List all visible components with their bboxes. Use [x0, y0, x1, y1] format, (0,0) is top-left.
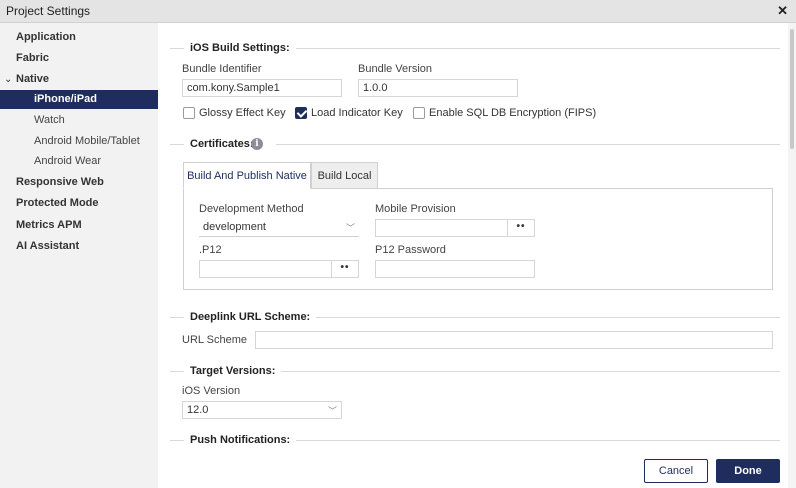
glossy-effect-label: Glossy Effect Key — [199, 107, 286, 119]
close-icon[interactable]: ✕ — [777, 3, 788, 19]
sidebar-item-label: Watch — [34, 114, 65, 126]
sql-encryption-checkbox[interactable] — [413, 107, 425, 119]
sidebar-item-watch[interactable]: Watch — [0, 111, 158, 130]
tab-build-and-publish-native[interactable]: Build And Publish Native — [183, 162, 311, 189]
tab-build-local[interactable]: Build Local — [311, 162, 378, 189]
p12-label: .P12 — [199, 244, 222, 256]
scrollbar[interactable] — [788, 23, 796, 488]
p12-password-input[interactable] — [375, 260, 535, 278]
ios-version-label: iOS Version — [182, 385, 241, 397]
development-method-value: development — [203, 221, 266, 233]
sidebar-item-application[interactable]: Application — [0, 28, 158, 47]
mobile-provision-browse-button[interactable]: •• — [507, 219, 535, 237]
chevron-down-icon: ⌄ — [4, 74, 13, 85]
sidebar-item-native[interactable]: ⌄ Native — [0, 70, 158, 89]
target-versions-heading: Target Versions: — [184, 365, 282, 377]
sql-encryption-label: Enable SQL DB Encryption (FIPS) — [429, 107, 597, 119]
sidebar-item-label: iPhone/iPad — [34, 93, 97, 105]
glossy-effect-checkbox[interactable] — [183, 107, 195, 119]
title-bar: Project Settings ✕ — [0, 0, 796, 23]
sidebar-item-label: Protected Mode — [16, 197, 99, 209]
url-scheme-label: URL Scheme — [182, 334, 248, 346]
p12-password-label: P12 Password — [375, 244, 446, 256]
sidebar-item-label: Android Wear — [34, 155, 102, 167]
scrollbar-thumb[interactable] — [790, 29, 794, 149]
sidebar-item-label: Native — [16, 73, 50, 85]
sidebar-item-label: Fabric — [16, 52, 50, 64]
ios-version-select[interactable]: 12.0 ﹀ — [182, 401, 342, 419]
p12-browse-button[interactable]: •• — [331, 260, 359, 278]
bundle-identifier-label: Bundle Identifier — [182, 63, 262, 75]
mobile-provision-input[interactable] — [375, 219, 508, 237]
chevron-down-icon: ﹀ — [327, 406, 337, 416]
ios-build-settings-heading: iOS Build Settings: — [184, 42, 296, 54]
info-icon[interactable]: i — [251, 138, 263, 150]
window-title: Project Settings — [6, 4, 91, 18]
sidebar-item-metrics-apm[interactable]: Metrics APM — [0, 216, 158, 235]
ios-version-value: 12.0 — [187, 404, 209, 416]
bundle-identifier-input[interactable]: com.kony.Sample1 — [182, 79, 342, 97]
bundle-version-input[interactable]: 1.0.0 — [358, 79, 518, 97]
push-notifications-heading: Push Notifications: — [184, 434, 297, 446]
sidebar-item-iphone-ipad[interactable]: iPhone/iPad — [0, 90, 158, 109]
sidebar-item-label: Responsive Web — [16, 176, 104, 188]
p12-input[interactable] — [199, 260, 332, 278]
sidebar-item-fabric[interactable]: Fabric — [0, 49, 158, 68]
done-button[interactable]: Done — [716, 459, 780, 483]
sidebar-item-ai-assistant[interactable]: AI Assistant — [0, 237, 158, 256]
deeplink-heading: Deeplink URL Scheme: — [184, 311, 317, 323]
chevron-down-icon: ﹀ — [345, 223, 355, 233]
bundle-version-label: Bundle Version — [358, 63, 432, 75]
sidebar-item-protected-mode[interactable]: Protected Mode — [0, 194, 158, 213]
mobile-provision-label: Mobile Provision — [375, 203, 456, 215]
development-method-select[interactable]: development ﹀ — [199, 219, 359, 237]
url-scheme-input[interactable] — [255, 331, 773, 349]
cancel-button[interactable]: Cancel — [644, 459, 708, 483]
sidebar-item-label: Metrics APM — [16, 219, 82, 231]
sidebar-item-label: Android Mobile/Tablet — [34, 135, 140, 147]
sidebar-item-label: AI Assistant — [16, 240, 80, 252]
development-method-label: Development Method — [199, 203, 304, 215]
load-indicator-label: Load Indicator Key — [311, 107, 403, 119]
sidebar-item-label: Application — [16, 31, 76, 43]
sidebar-item-android-mobile-tablet[interactable]: Android Mobile/Tablet — [0, 132, 158, 151]
sidebar-item-responsive-web[interactable]: Responsive Web — [0, 173, 158, 192]
load-indicator-checkbox[interactable] — [295, 107, 307, 119]
sidebar-item-android-wear[interactable]: Android Wear — [0, 152, 158, 171]
